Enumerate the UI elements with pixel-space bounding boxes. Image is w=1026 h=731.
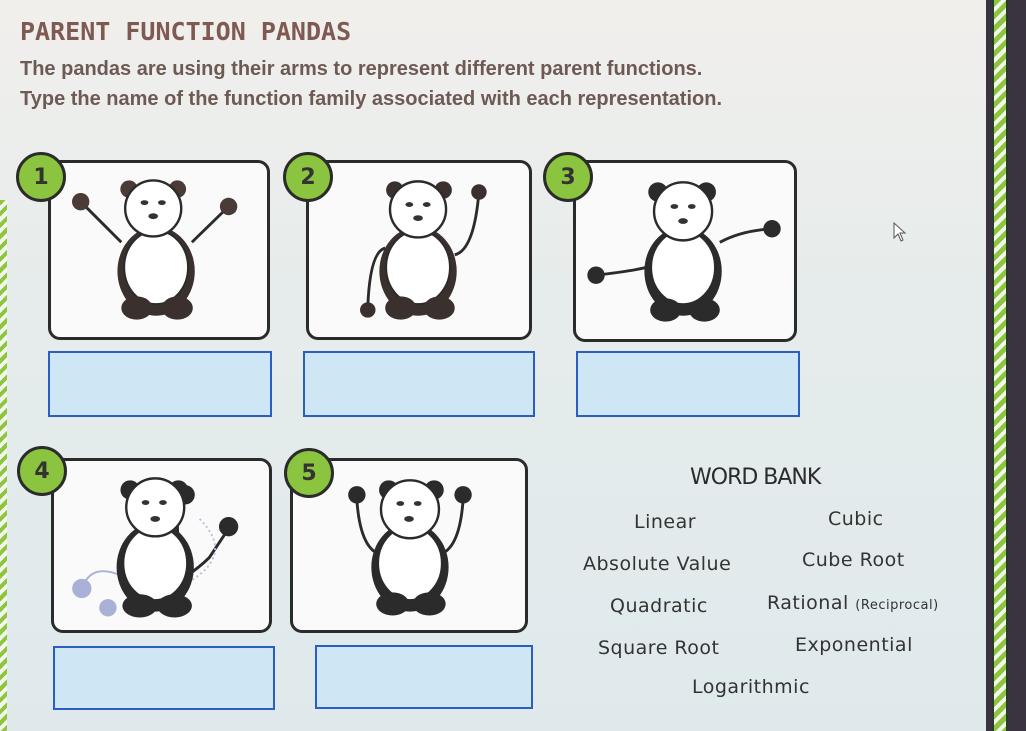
panda-number-badge-5: 5 [284, 448, 334, 498]
word-bank-item-linear: Linear [634, 511, 697, 533]
word-bank-item-quadratic: Quadratic [610, 595, 708, 617]
word-bank-title: WORD BANK [690, 465, 821, 490]
word-bank-item-cube-root: Cube Root [802, 549, 905, 571]
panda-card-4 [51, 458, 272, 633]
answer-input-1[interactable] [48, 351, 272, 417]
answer-input-4[interactable] [53, 646, 275, 710]
word-bank-item-rational-note: (Reciprocal) [855, 598, 939, 613]
word-bank-item-absolute-value: Absolute Value [583, 553, 732, 575]
page-title: PARENT FUNCTION PANDAS [20, 17, 352, 46]
panda-2-illustration [360, 180, 487, 320]
panda-number-badge-2: 2 [283, 152, 333, 202]
word-bank-item-logarithmic: Logarithmic [692, 676, 810, 698]
panda-card-1 [48, 160, 270, 340]
panda-card-2 [306, 160, 532, 340]
panda-1-illustration [72, 179, 238, 320]
word-bank-item-square-root: Square Root [598, 637, 720, 659]
word-bank-item-rational-label: Rational [767, 592, 849, 614]
answer-input-3[interactable] [576, 351, 800, 417]
panda-number-badge-4: 4 [17, 446, 67, 496]
panda-number-badge-3: 3 [543, 152, 593, 202]
panda-card-3 [573, 160, 797, 342]
instruction-line-1: The pandas are using their arms to repre… [20, 58, 703, 80]
answer-input-2[interactable] [303, 351, 535, 417]
word-bank-item-rational: Rational (Reciprocal) [767, 592, 939, 614]
answer-input-5[interactable] [315, 645, 533, 709]
word-bank-item-cubic: Cubic [828, 508, 884, 530]
decorative-border-left [0, 200, 7, 731]
mouse-cursor-icon [893, 222, 907, 242]
panda-number-badge-1: 1 [16, 152, 66, 202]
panda-3-illustration [587, 181, 781, 322]
decorative-border-right [992, 0, 1008, 731]
panda-4-illustration [72, 477, 239, 618]
word-bank-item-exponential: Exponential [795, 634, 913, 656]
instruction-line-2: Type the name of the function family ass… [20, 88, 723, 110]
